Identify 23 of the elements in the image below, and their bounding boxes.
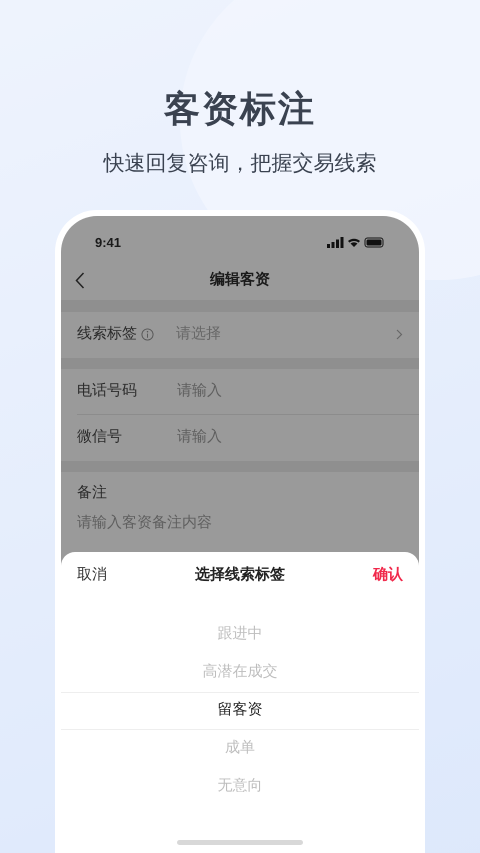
picker-option[interactable]: 留客资	[61, 692, 419, 730]
picker-option[interactable]: 跟进中	[61, 616, 419, 654]
input-field[interactable]: 请输入	[177, 380, 419, 402]
confirm-button[interactable]: 确认	[373, 564, 403, 587]
field-label: 备注	[77, 482, 108, 502]
field-label: 电话号码	[77, 380, 138, 401]
picker-option[interactable]: 成单	[61, 730, 419, 768]
status-icons	[327, 237, 385, 248]
status-time: 9:41	[95, 234, 122, 252]
sheet-title: 选择线索标签	[195, 565, 285, 586]
cancel-button[interactable]: 取消	[77, 564, 107, 587]
notes-field[interactable]: 请输入客资备注内容	[77, 512, 403, 542]
field-label: 线索标签	[77, 324, 137, 344]
input-field[interactable]: 请输入	[177, 426, 419, 449]
subtitle: 快速回复咨询，把握交易线索	[104, 151, 376, 177]
picker-option[interactable]: 高潜在成交	[61, 654, 419, 692]
headline: 客资标注	[164, 87, 316, 131]
chevron-right-icon	[396, 329, 403, 340]
field-label: 微信号	[77, 427, 123, 448]
page-title: 编辑客资	[210, 270, 270, 290]
back-icon[interactable]	[75, 272, 85, 289]
picker-option[interactable]: 无意向	[61, 768, 419, 806]
info-icon[interactable]	[141, 328, 154, 341]
